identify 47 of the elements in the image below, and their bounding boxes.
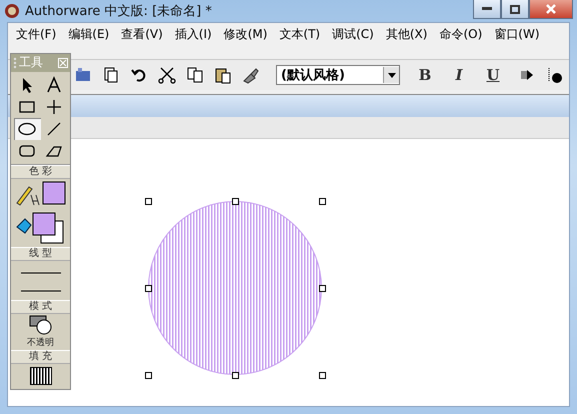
selection-handle[interactable] — [319, 372, 326, 379]
minimize-button[interactable] — [473, 0, 501, 19]
format-button[interactable]: B — [414, 64, 436, 86]
selection-handle[interactable] — [232, 372, 239, 379]
copy-icon — [185, 65, 205, 85]
scissors-icon — [157, 65, 177, 85]
menu-item[interactable]: 调试(C) — [326, 25, 380, 44]
menu-item[interactable]: 插入(I) — [168, 25, 218, 44]
selection-handle[interactable] — [145, 285, 152, 292]
caret-icon — [388, 72, 396, 78]
opaque-mode-icon[interactable] — [28, 314, 52, 335]
format-button[interactable]: I — [448, 64, 470, 86]
maximize-icon — [510, 4, 520, 14]
tool-button[interactable] — [14, 118, 40, 140]
style-select[interactable]: (默认风格) — [276, 65, 400, 85]
fill-pattern-icon[interactable] — [30, 367, 52, 386]
color-swatch[interactable] — [42, 181, 65, 204]
mode-text: 不透明 — [27, 336, 54, 349]
close-icon — [545, 4, 557, 14]
selection-handle[interactable] — [232, 198, 239, 205]
menu-item[interactable]: 查看(V) — [115, 25, 169, 44]
menu-item[interactable]: 窗口(W) — [488, 25, 546, 44]
section-label: 模 式 — [11, 300, 70, 314]
section-label: 线 型 — [11, 247, 70, 262]
grip-icon — [13, 56, 17, 69]
app-logo-icon — [4, 3, 20, 19]
paint-bucket-icon — [16, 218, 32, 234]
maximize-button[interactable] — [501, 0, 529, 19]
menu-item[interactable]: 编辑(E) — [62, 25, 116, 44]
menu-item[interactable]: 文本(T) — [273, 25, 326, 44]
menu-item[interactable]: 修改(M) — [218, 25, 274, 44]
selection-handle[interactable] — [319, 198, 326, 205]
selection-handle[interactable] — [145, 372, 152, 379]
section-label: 填 充 — [11, 350, 70, 364]
window-title: Authorware 中文版: [未命名] * — [25, 3, 212, 20]
section-label: 色 彩 — [11, 164, 70, 179]
minimize-icon — [482, 7, 492, 11]
color-swatch[interactable] — [32, 212, 55, 236]
pencil-icon — [16, 186, 39, 206]
menu-item[interactable]: 其他(X) — [380, 25, 434, 44]
menu-item[interactable]: 文件(F) — [10, 25, 62, 44]
selection-handle[interactable] — [145, 198, 152, 205]
selection-handle[interactable] — [319, 285, 326, 292]
menu-item[interactable]: 命令(O) — [433, 25, 488, 44]
close-button[interactable] — [529, 0, 573, 19]
format-button[interactable]: U — [482, 64, 504, 86]
toolbox-title: 工具 — [19, 54, 44, 72]
